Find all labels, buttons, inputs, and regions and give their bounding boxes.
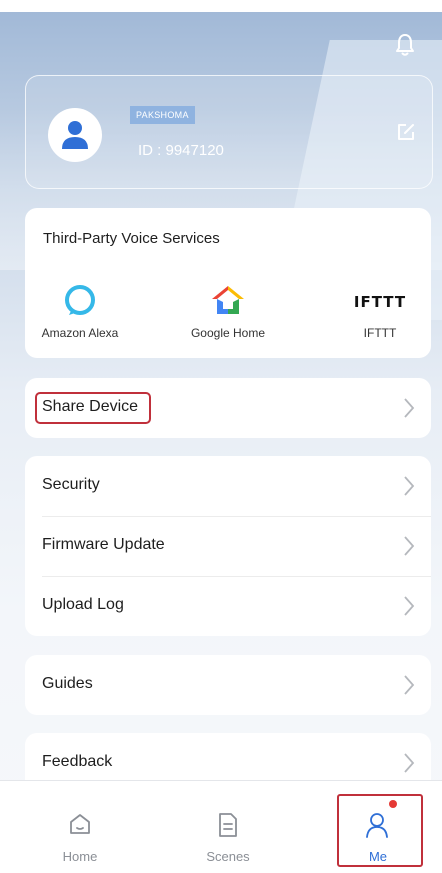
user-name: PAKSHOMA — [130, 106, 195, 124]
menu-item-security[interactable]: Security — [25, 456, 431, 516]
chevron-right-icon — [403, 535, 415, 562]
menu-label: Guides — [42, 675, 93, 692]
chevron-right-icon — [403, 595, 415, 622]
menu-label: Share Device — [42, 398, 139, 415]
status-strip — [0, 0, 442, 12]
google-home-icon — [209, 283, 247, 322]
menu-label: Firmware Update — [42, 536, 165, 553]
service-label: Google Home — [190, 326, 266, 340]
menu-item-upload-log[interactable]: Upload Log — [25, 576, 431, 636]
guides-card: Guides — [25, 655, 431, 715]
service-amazon-alexa[interactable]: Amazon Alexa — [25, 284, 135, 340]
menu-item-firmware-update[interactable]: Firmware Update — [25, 516, 431, 576]
user-id: ID : 9947120 — [138, 142, 224, 159]
tab-label: Scenes — [206, 849, 250, 864]
chevron-right-icon — [403, 397, 415, 424]
bell-icon[interactable] — [393, 32, 417, 58]
voice-services-card: Third-Party Voice Services Amazon Alexa — [25, 208, 431, 358]
service-label: Amazon Alexa — [41, 326, 119, 340]
voice-services-title: Third-Party Voice Services — [43, 230, 220, 247]
service-label: IFTTT — [363, 326, 397, 340]
edit-icon[interactable] — [396, 122, 416, 147]
settings-group-card: Security Firmware Update Upload Log — [25, 456, 431, 636]
service-google-home[interactable]: Google Home — [173, 284, 283, 340]
share-device-card: Share Device — [25, 378, 431, 438]
chevron-right-icon — [403, 752, 415, 779]
tab-scenes[interactable]: Scenes — [178, 781, 278, 873]
menu-item-guides[interactable]: Guides — [25, 655, 431, 715]
menu-label: Feedback — [42, 753, 113, 770]
alexa-icon — [63, 283, 97, 322]
chevron-right-icon — [403, 674, 415, 701]
tab-home[interactable]: Home — [30, 781, 130, 873]
ifttt-logo: IFTTT — [353, 293, 407, 311]
notification-dot — [389, 800, 397, 808]
chevron-right-icon — [403, 475, 415, 502]
menu-item-share-device[interactable]: Share Device — [25, 378, 431, 438]
menu-label: Upload Log — [42, 596, 124, 613]
scenes-icon — [214, 811, 242, 844]
menu-label: Security — [42, 476, 100, 493]
profile-card[interactable]: PAKSHOMA ID : 9947120 — [25, 75, 433, 189]
tab-label: Home — [62, 849, 98, 864]
highlight-box — [337, 794, 423, 867]
avatar[interactable] — [48, 108, 102, 162]
service-ifttt[interactable]: IFTTT IFTTT — [325, 284, 435, 340]
home-icon — [66, 811, 94, 842]
